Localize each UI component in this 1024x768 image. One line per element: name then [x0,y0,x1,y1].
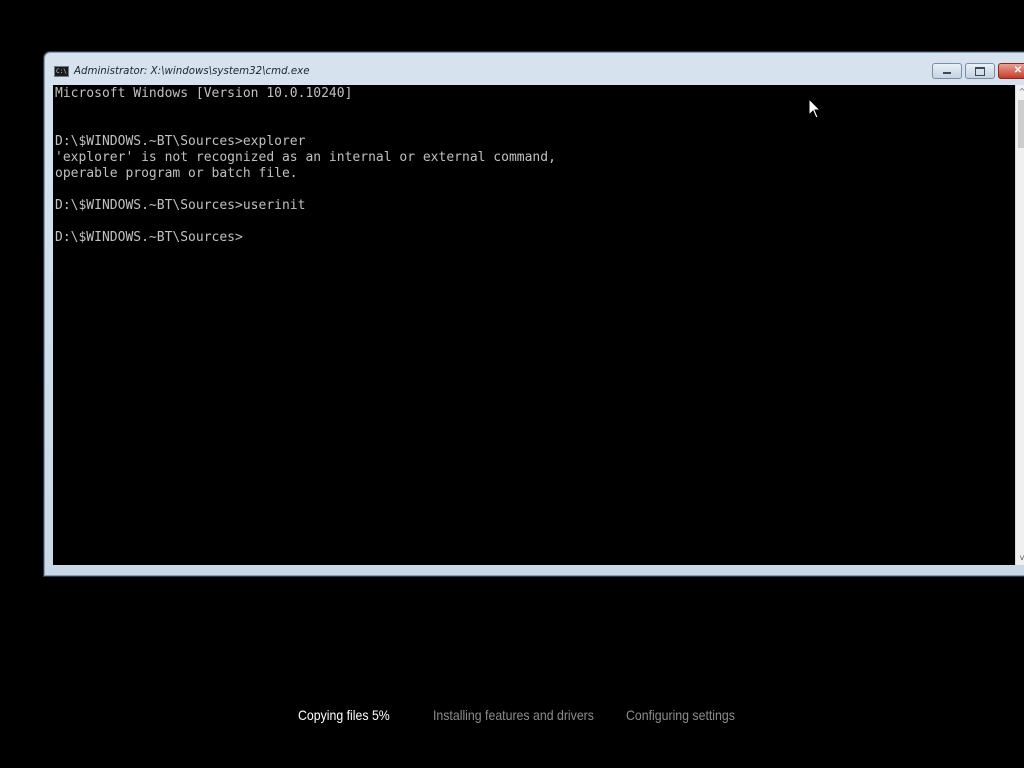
minimize-button[interactable] [932,63,962,79]
title-bar[interactable]: C:\ Administrator: X:\windows\system32\c… [45,53,1024,85]
console-output[interactable]: Microsoft Windows [Version 10.0.10240] D:… [53,85,1015,565]
console-line: Microsoft Windows [Version 10.0.10240] [55,86,353,101]
cmd-icon[interactable]: C:\ [54,66,69,77]
console-line: D:\$WINDOWS.~BT\Sources>explorer [55,134,306,149]
scroll-up-arrow-icon[interactable]: ^ [1016,85,1024,99]
desktop-screen: C:\ Administrator: X:\windows\system32\c… [0,0,1024,768]
setup-step-installing-features: Installing features and drivers [433,707,594,723]
scroll-down-arrow-icon[interactable]: v [1016,551,1024,565]
console-line: operable program or batch file. [55,166,298,181]
scroll-thumb[interactable] [1018,100,1024,148]
console-prompt-line[interactable]: D:\$WINDOWS.~BT\Sources> [55,230,556,246]
setup-step-copying-files: Copying files 5% [298,707,390,723]
vertical-scrollbar[interactable]: ^ v [1015,85,1024,565]
console-text: Microsoft Windows [Version 10.0.10240] D:… [55,86,556,246]
restore-button[interactable] [965,63,995,79]
close-icon: ✕ [1013,65,1023,76]
console-line: 'explorer' is not recognized as an inter… [55,150,556,165]
console-line: D:\$WINDOWS.~BT\Sources>userinit [55,198,306,213]
minimize-icon [943,72,951,74]
setup-step-configuring-settings: Configuring settings [626,707,735,723]
window-title: Administrator: X:\windows\system32\cmd.e… [74,64,310,77]
cmd-window[interactable]: C:\ Administrator: X:\windows\system32\c… [44,52,1024,576]
restore-icon [975,67,985,76]
close-button[interactable]: ✕ [998,63,1024,79]
mouse-pointer-icon [808,98,822,119]
